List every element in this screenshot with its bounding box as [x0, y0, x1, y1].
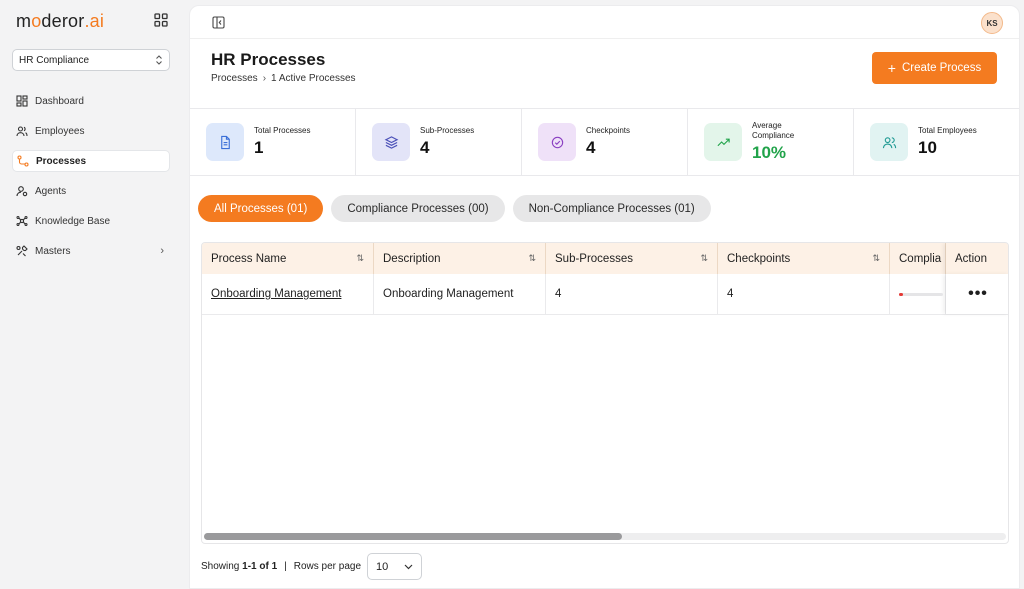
- stats-bar: Total Processes 1 Sub-Processes 4 Checkpoi…: [190, 108, 1019, 176]
- dashboard-icon: [16, 95, 28, 107]
- sidebar-item-label: Agents: [35, 185, 67, 197]
- page-title: HR Processes: [211, 50, 326, 69]
- breadcrumb-item: 1 Active Processes: [271, 73, 356, 84]
- scrollbar-thumb[interactable]: [204, 533, 622, 540]
- chevron-right-icon: ›: [262, 73, 267, 84]
- breadcrumb: Processes › 1 Active Processes: [211, 73, 356, 84]
- masters-icon: [16, 245, 28, 257]
- rows-per-page-label: Rows per page: [293, 561, 362, 572]
- users-icon: [16, 126, 28, 137]
- stat-total-processes: Total Processes 1: [190, 109, 356, 175]
- sort-icon[interactable]: ⇅: [528, 253, 536, 264]
- breadcrumb-item[interactable]: Processes: [211, 73, 258, 84]
- trend-up-icon: [704, 123, 742, 161]
- chevron-down-icon: [404, 564, 413, 569]
- check-circle-icon: [538, 123, 576, 161]
- agent-icon: [16, 186, 28, 197]
- sidebar-item-masters[interactable]: Masters ›: [12, 240, 170, 262]
- knowledge-icon: [16, 215, 28, 227]
- sidebar-nav: Dashboard Employees Processes Agents Kno…: [12, 90, 170, 270]
- column-header-action: Action: [946, 243, 1008, 274]
- stat-sub-processes: Sub-Processes 4: [356, 109, 522, 175]
- column-header-description[interactable]: Description ⇅: [374, 243, 546, 274]
- sidebar-item-employees[interactable]: Employees: [12, 120, 170, 142]
- tab-non-compliance-processes[interactable]: Non-Compliance Processes (01): [512, 195, 711, 222]
- compliance-progress-bar: [899, 292, 943, 296]
- sidebar-item-processes[interactable]: Processes: [12, 150, 170, 172]
- pagination-footer: Showing 1-1 of 1 | Rows per page 10: [201, 553, 423, 580]
- sidebar-item-agents[interactable]: Agents: [12, 180, 170, 202]
- logo[interactable]: m o deror. ai: [16, 10, 104, 32]
- tab-compliance-processes[interactable]: Compliance Processes (00): [331, 195, 505, 222]
- table-row[interactable]: Onboarding Management Onboarding Managem…: [202, 274, 1008, 315]
- process-compliance: [890, 274, 946, 314]
- rows-per-page-select[interactable]: 10: [367, 553, 423, 580]
- stat-checkpoints: Checkpoints 4: [522, 109, 688, 175]
- sort-icon[interactable]: ⇅: [356, 253, 364, 264]
- sort-icon[interactable]: ⇅: [872, 253, 880, 264]
- stat-average-compliance: Average Compliance 10%: [688, 109, 854, 175]
- main-panel: KS HR Processes Processes › 1 Active Pro…: [189, 5, 1020, 589]
- processes-table: Process Name ⇅ Description ⇅ Sub-Processes…: [201, 242, 1009, 544]
- column-header-process-name[interactable]: Process Name ⇅: [202, 243, 374, 274]
- column-header-checkpoints[interactable]: Checkpoints ⇅: [718, 243, 890, 274]
- sidebar-item-knowledge-base[interactable]: Knowledge Base: [12, 210, 170, 232]
- layers-icon: [372, 123, 410, 161]
- app-grid-icon[interactable]: [154, 13, 168, 27]
- create-process-button[interactable]: + Create Process: [872, 52, 997, 84]
- chevron-right-icon: ›: [160, 245, 164, 257]
- sidebar-item-dashboard[interactable]: Dashboard: [12, 90, 170, 112]
- process-icon: [17, 155, 29, 167]
- compliance-progress-fill: [899, 292, 904, 296]
- sidebar-toggle-icon[interactable]: [212, 16, 225, 29]
- process-tabs: All Processes (01) Compliance Processes …: [198, 195, 711, 222]
- sidebar-item-label: Processes: [36, 155, 87, 167]
- sidebar-item-label: Knowledge Base: [35, 215, 111, 227]
- sort-icon[interactable]: ⇅: [700, 253, 708, 264]
- horizontal-scrollbar[interactable]: [204, 533, 1006, 540]
- showing-label: Showing: [201, 561, 240, 572]
- rows-per-page-value: 10: [376, 560, 389, 573]
- create-process-label: Create Process: [901, 62, 982, 74]
- plus-icon: +: [887, 60, 896, 76]
- avatar[interactable]: KS: [981, 12, 1003, 34]
- showing-range: 1-1 of 1: [242, 561, 278, 572]
- sidebar-item-label: Employees: [35, 125, 85, 137]
- process-checkpoints: 4: [718, 274, 890, 314]
- organization-select-value: HR Compliance: [19, 54, 90, 66]
- column-header-sub-processes[interactable]: Sub-Processes ⇅: [546, 243, 718, 274]
- organization-select[interactable]: HR Compliance: [12, 49, 170, 71]
- tab-all-processes[interactable]: All Processes (01): [198, 195, 324, 222]
- sidebar-item-label: Masters: [35, 245, 71, 257]
- sidebar: m o deror. ai HR Compliance Dashboard Emplo…: [0, 0, 182, 589]
- document-icon: [206, 123, 244, 161]
- stat-total-employees: Total Employees 10: [854, 109, 1019, 175]
- process-name-link[interactable]: Onboarding Management: [202, 274, 374, 314]
- column-header-compliance[interactable]: Complia: [890, 243, 946, 274]
- process-description: Onboarding Management: [374, 274, 546, 314]
- topbar: KS: [190, 6, 1019, 39]
- sort-updown-icon: [156, 55, 162, 65]
- divider: |: [284, 561, 287, 572]
- table-header: Process Name ⇅ Description ⇅ Sub-Processes…: [202, 243, 1008, 274]
- more-actions-icon[interactable]: •••: [946, 274, 1008, 314]
- sidebar-item-label: Dashboard: [35, 95, 84, 107]
- process-sub-processes: 4: [546, 274, 718, 314]
- users-icon: [870, 123, 908, 161]
